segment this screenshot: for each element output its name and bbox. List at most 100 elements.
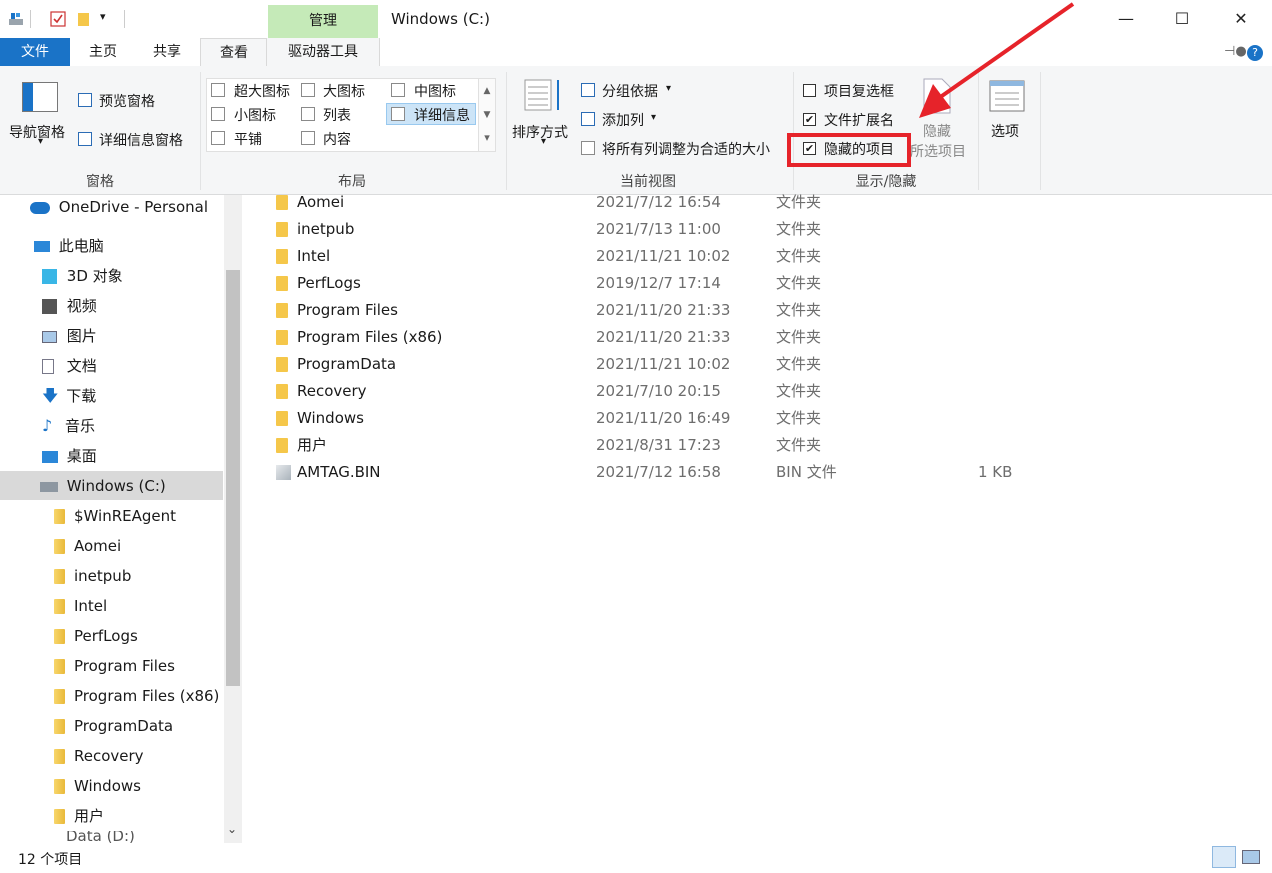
nav-this-pc[interactable]: 此电脑 (34, 231, 104, 261)
nav-item-music[interactable]: ♪ 音乐 (42, 411, 95, 441)
details-pane-icon (78, 132, 92, 146)
layout-details[interactable]: 详细信息 (414, 105, 470, 125)
nav-subfolder[interactable]: Aomei (54, 531, 121, 561)
new-folder-icon[interactable] (76, 11, 92, 27)
nav-subfolder[interactable]: Windows (54, 771, 141, 801)
layout-large-icons[interactable]: 大图标 (323, 81, 365, 101)
nav-drive-c[interactable]: Windows (C:) (40, 471, 166, 501)
file-row[interactable]: ProgramData 2021/11/21 10:02 文件夹 (272, 351, 1032, 378)
sort-by-icon[interactable] (524, 78, 564, 118)
item-checkboxes-label[interactable]: 项目复选框 (824, 81, 894, 101)
gallery-expand-icon[interactable]: ▾ (479, 127, 495, 149)
tab-view[interactable]: 查看 (200, 38, 268, 68)
nav-item-3d-objects[interactable]: 3D 对象 (42, 261, 123, 291)
tab-share[interactable]: 共享 (144, 38, 190, 66)
nav-subfolder[interactable]: Intel (54, 591, 107, 621)
sort-by-button[interactable]: 排序方式 (512, 122, 568, 142)
customize-toolbar-icon[interactable]: ▾ (100, 10, 106, 23)
properties-icon[interactable] (50, 11, 66, 27)
nav-item-documents[interactable]: 文档 (42, 351, 97, 381)
nav-subfolder[interactable]: ProgramData (54, 711, 173, 741)
tab-file[interactable]: 文件 (0, 38, 70, 66)
layout-small-icons[interactable]: 小图标 (234, 105, 276, 125)
pin-ribbon-icon[interactable]: ⊣● (1224, 44, 1247, 59)
nav-drive-d-partial[interactable]: Data (D:) (66, 831, 135, 843)
file-date: 2021/11/20 21:33 (596, 301, 731, 319)
nav-subfolder[interactable]: $WinREAgent (54, 501, 176, 531)
details-view-icon[interactable] (1212, 846, 1236, 868)
maximize-button[interactable]: ☐ (1159, 0, 1205, 38)
nav-this-pc-label: 此电脑 (58, 237, 104, 255)
nav-subfolder-label: ProgramData (74, 717, 174, 735)
tab-drive-tools[interactable]: 驱动器工具 (266, 38, 380, 66)
nav-item-downloads[interactable]: 🡇 下载 (42, 381, 96, 411)
file-type: 文件夹 (776, 247, 822, 265)
file-row[interactable]: Aomei 2021/7/12 16:54 文件夹 (272, 189, 1032, 216)
show-hide-group-label: 显示/隐藏 (855, 174, 917, 190)
nav-subfolder[interactable]: inetpub (54, 561, 131, 591)
close-button[interactable]: ✕ (1218, 0, 1264, 38)
file-extensions-checkbox[interactable]: ✔ (803, 113, 816, 126)
nav-item-desktop[interactable]: 桌面 (42, 441, 97, 471)
sort-by-dropdown-icon[interactable]: ▾ (541, 136, 546, 147)
file-type: BIN 文件 (776, 463, 837, 481)
scroll-down-icon[interactable]: ⌄ (227, 822, 237, 836)
group-by-button[interactable]: 分组依据 (602, 81, 658, 101)
file-row[interactable]: inetpub 2021/7/13 11:00 文件夹 (272, 216, 1032, 243)
nav-item-label: 3D 对象 (66, 267, 123, 285)
layout-medium-icons[interactable]: 中图标 (414, 81, 456, 101)
file-row[interactable]: Program Files 2021/11/20 21:33 文件夹 (272, 297, 1032, 324)
hide-selected-line2[interactable]: 所选项目 (910, 141, 966, 161)
layout-list[interactable]: 列表 (323, 105, 351, 125)
details-pane-button[interactable]: 详细信息窗格 (99, 130, 183, 150)
nav-item-pictures[interactable]: 图片 (42, 321, 97, 351)
add-columns-button[interactable]: 添加列 (602, 110, 644, 130)
file-row[interactable]: Recovery 2021/7/10 20:15 文件夹 (272, 378, 1032, 405)
file-row[interactable]: Program Files (x86) 2021/11/20 21:33 文件夹 (272, 324, 1032, 351)
file-row[interactable]: Intel 2021/11/21 10:02 文件夹 (272, 243, 1032, 270)
nav-subfolder[interactable]: Program Files (54, 651, 175, 681)
tab-home[interactable]: 主页 (80, 38, 126, 66)
folder-icon (54, 629, 65, 644)
file-row[interactable]: AMTAG.BIN 2021/7/12 16:58 BIN 文件 1 KB (272, 459, 1032, 486)
file-name: Program Files (x86) (297, 328, 443, 346)
help-icon[interactable]: ? (1247, 45, 1263, 61)
file-row[interactable]: Windows 2021/11/20 16:49 文件夹 (272, 405, 1032, 432)
file-type: 文件夹 (776, 409, 822, 427)
item-checkboxes-checkbox[interactable] (803, 84, 816, 97)
group-by-icon (581, 83, 595, 97)
desktop-icon (42, 450, 58, 463)
scroll-down-icon[interactable]: ▼ (479, 103, 495, 127)
nav-pane-dropdown-icon[interactable]: ▾ (38, 136, 43, 147)
layout-content[interactable]: 内容 (323, 129, 351, 149)
nav-scrollbar-thumb[interactable] (226, 270, 240, 686)
explorer-drive-icon[interactable] (8, 11, 24, 27)
manage-context-tab[interactable]: 管理 (268, 5, 378, 38)
layout-tiles[interactable]: 平铺 (234, 129, 262, 149)
large-icons-view-icon[interactable] (1242, 850, 1260, 864)
window-title: Windows (C:) (391, 10, 490, 28)
annotation-arrow-icon (919, 2, 1075, 118)
nav-pane-button[interactable]: 导航窗格 (9, 122, 65, 142)
nav-subfolder[interactable]: PerfLogs (54, 621, 138, 651)
nav-pane-icon[interactable] (22, 82, 58, 116)
group-by-dropdown-icon[interactable]: ▾ (666, 83, 671, 94)
add-columns-dropdown-icon[interactable]: ▾ (651, 112, 656, 123)
file-row[interactable]: 用户 2021/8/31 17:23 文件夹 (272, 432, 1032, 459)
nav-subfolder[interactable]: 用户 (54, 801, 104, 831)
group-divider (200, 72, 201, 190)
scroll-up-icon[interactable]: ▲ (479, 79, 495, 103)
minimize-button[interactable]: — (1103, 0, 1149, 38)
medium-icons-icon (391, 83, 405, 97)
nav-subfolder[interactable]: Program Files (x86) (54, 681, 219, 711)
nav-onedrive[interactable]: OneDrive - Personal (30, 192, 208, 222)
nav-item-videos[interactable]: 视频 (42, 291, 97, 321)
size-all-columns-button[interactable]: 将所有列调整为合适的大小 (602, 139, 770, 159)
file-row[interactable]: PerfLogs 2019/12/7 17:14 文件夹 (272, 270, 1032, 297)
layout-gallery-scrollbar[interactable]: ▲ ▼ ▾ (478, 78, 496, 152)
file-extensions-label[interactable]: 文件扩展名 (824, 110, 894, 130)
layout-extra-large-icons[interactable]: 超大图标 (234, 81, 290, 101)
nav-subfolder[interactable]: Recovery (54, 741, 144, 771)
layout-group-label: 布局 (338, 174, 366, 190)
preview-pane-button[interactable]: 预览窗格 (99, 91, 155, 111)
